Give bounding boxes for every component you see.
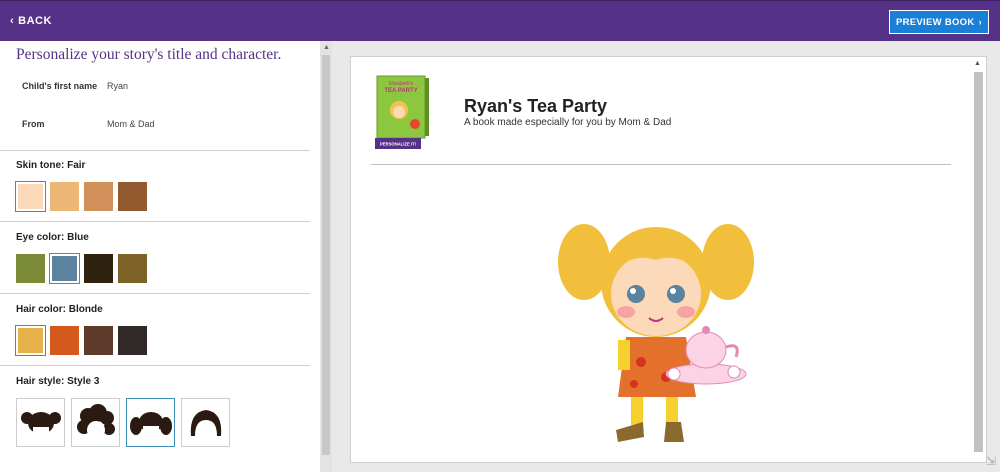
skin-swatch-3[interactable] [84, 182, 113, 211]
skin-swatch-2[interactable] [50, 182, 79, 211]
scroll-up-arrow-icon[interactable]: ▲ [974, 60, 981, 67]
hair-color-label: Hair color: Blonde [16, 304, 103, 315]
book-cover-thumbnail[interactable]: Elizabeth's TEA PARTY PERSONALIZE IT! [375, 74, 437, 152]
eye-color-swatches [16, 253, 147, 284]
skin-tone-swatches [15, 181, 147, 212]
pigtail-buns-icon [20, 411, 61, 437]
from-label: From [22, 119, 45, 129]
book-title: Ryan's Tea Party [464, 96, 608, 116]
skin-swatch-1[interactable] [15, 181, 46, 212]
book-page: Elizabeth's TEA PARTY PERSONALIZE IT! Ry… [350, 56, 987, 463]
from-field[interactable]: Mom & Dad [107, 119, 155, 129]
page-scrollbar[interactable]: ▲ [973, 60, 983, 460]
personalize-it-badge: PERSONALIZE IT! [380, 142, 416, 147]
page-scrollbar-thumb[interactable] [974, 72, 983, 452]
hair-style-4-button[interactable] [181, 398, 230, 447]
divider [0, 221, 310, 222]
hair-style-label: Hair style: Style 3 [16, 376, 100, 387]
hair-swatch-2[interactable] [50, 326, 79, 355]
eye-swatch-3[interactable] [84, 254, 113, 283]
divider [0, 150, 310, 151]
hair-color-swatches [15, 325, 147, 356]
character-illustration [558, 224, 754, 442]
preview-book-label: PREVIEW BOOK [895, 16, 975, 28]
personalization-panel: Personalize your story's title and chara… [0, 41, 320, 472]
skin-tone-label: Skin tone: Fair [16, 160, 86, 171]
eye-swatch-2[interactable] [49, 253, 80, 284]
book-subtitle: A book made especially for you by Mom & … [464, 117, 672, 128]
eye-swatch-1[interactable] [16, 254, 45, 283]
divider [0, 365, 310, 366]
back-button[interactable]: ‹ BACK [10, 15, 52, 27]
resize-handle-icon[interactable]: ⇲ [986, 454, 996, 468]
eye-color-label: Eye color: Blue [16, 232, 89, 243]
hair-style-options [16, 398, 230, 447]
chevron-left-icon: ‹ [10, 15, 15, 27]
hair-swatch-3[interactable] [84, 326, 113, 355]
panel-title: Personalize your story's title and chara… [16, 46, 282, 63]
scroll-up-arrow-icon[interactable]: ▲ [323, 44, 330, 51]
curly-hair-icon [76, 403, 115, 439]
book-preview-area: Elizabeth's TEA PARTY PERSONALIZE IT! Ry… [332, 41, 1000, 472]
child-name-label: Child's first name [22, 81, 98, 91]
child-name-field[interactable]: Ryan [107, 81, 128, 91]
hair-swatch-4[interactable] [118, 326, 147, 355]
back-label: BACK [18, 15, 52, 27]
divider [0, 293, 310, 294]
hair-style-1-button[interactable] [16, 398, 65, 447]
chevron-right-icon: › [978, 16, 983, 28]
top-bar: ‹ BACK PREVIEW BOOK › [0, 0, 1000, 41]
skin-swatch-4[interactable] [118, 182, 147, 211]
hair-swatch-1[interactable] [15, 325, 46, 356]
preview-book-button[interactable]: PREVIEW BOOK › [889, 10, 989, 34]
eye-swatch-4[interactable] [118, 254, 147, 283]
cover-title-line2: TEA PARTY [384, 88, 417, 94]
panel-scrollbar-thumb[interactable] [322, 55, 330, 455]
page-divider [371, 164, 951, 165]
bob-hair-icon [190, 409, 221, 436]
cover-title-line1: Elizabeth's [389, 81, 414, 87]
panel-scrollbar[interactable]: ▲ [320, 41, 332, 472]
pigtails-icon [129, 411, 172, 436]
hair-style-3-button[interactable] [126, 398, 175, 447]
hair-style-2-button[interactable] [71, 398, 120, 447]
